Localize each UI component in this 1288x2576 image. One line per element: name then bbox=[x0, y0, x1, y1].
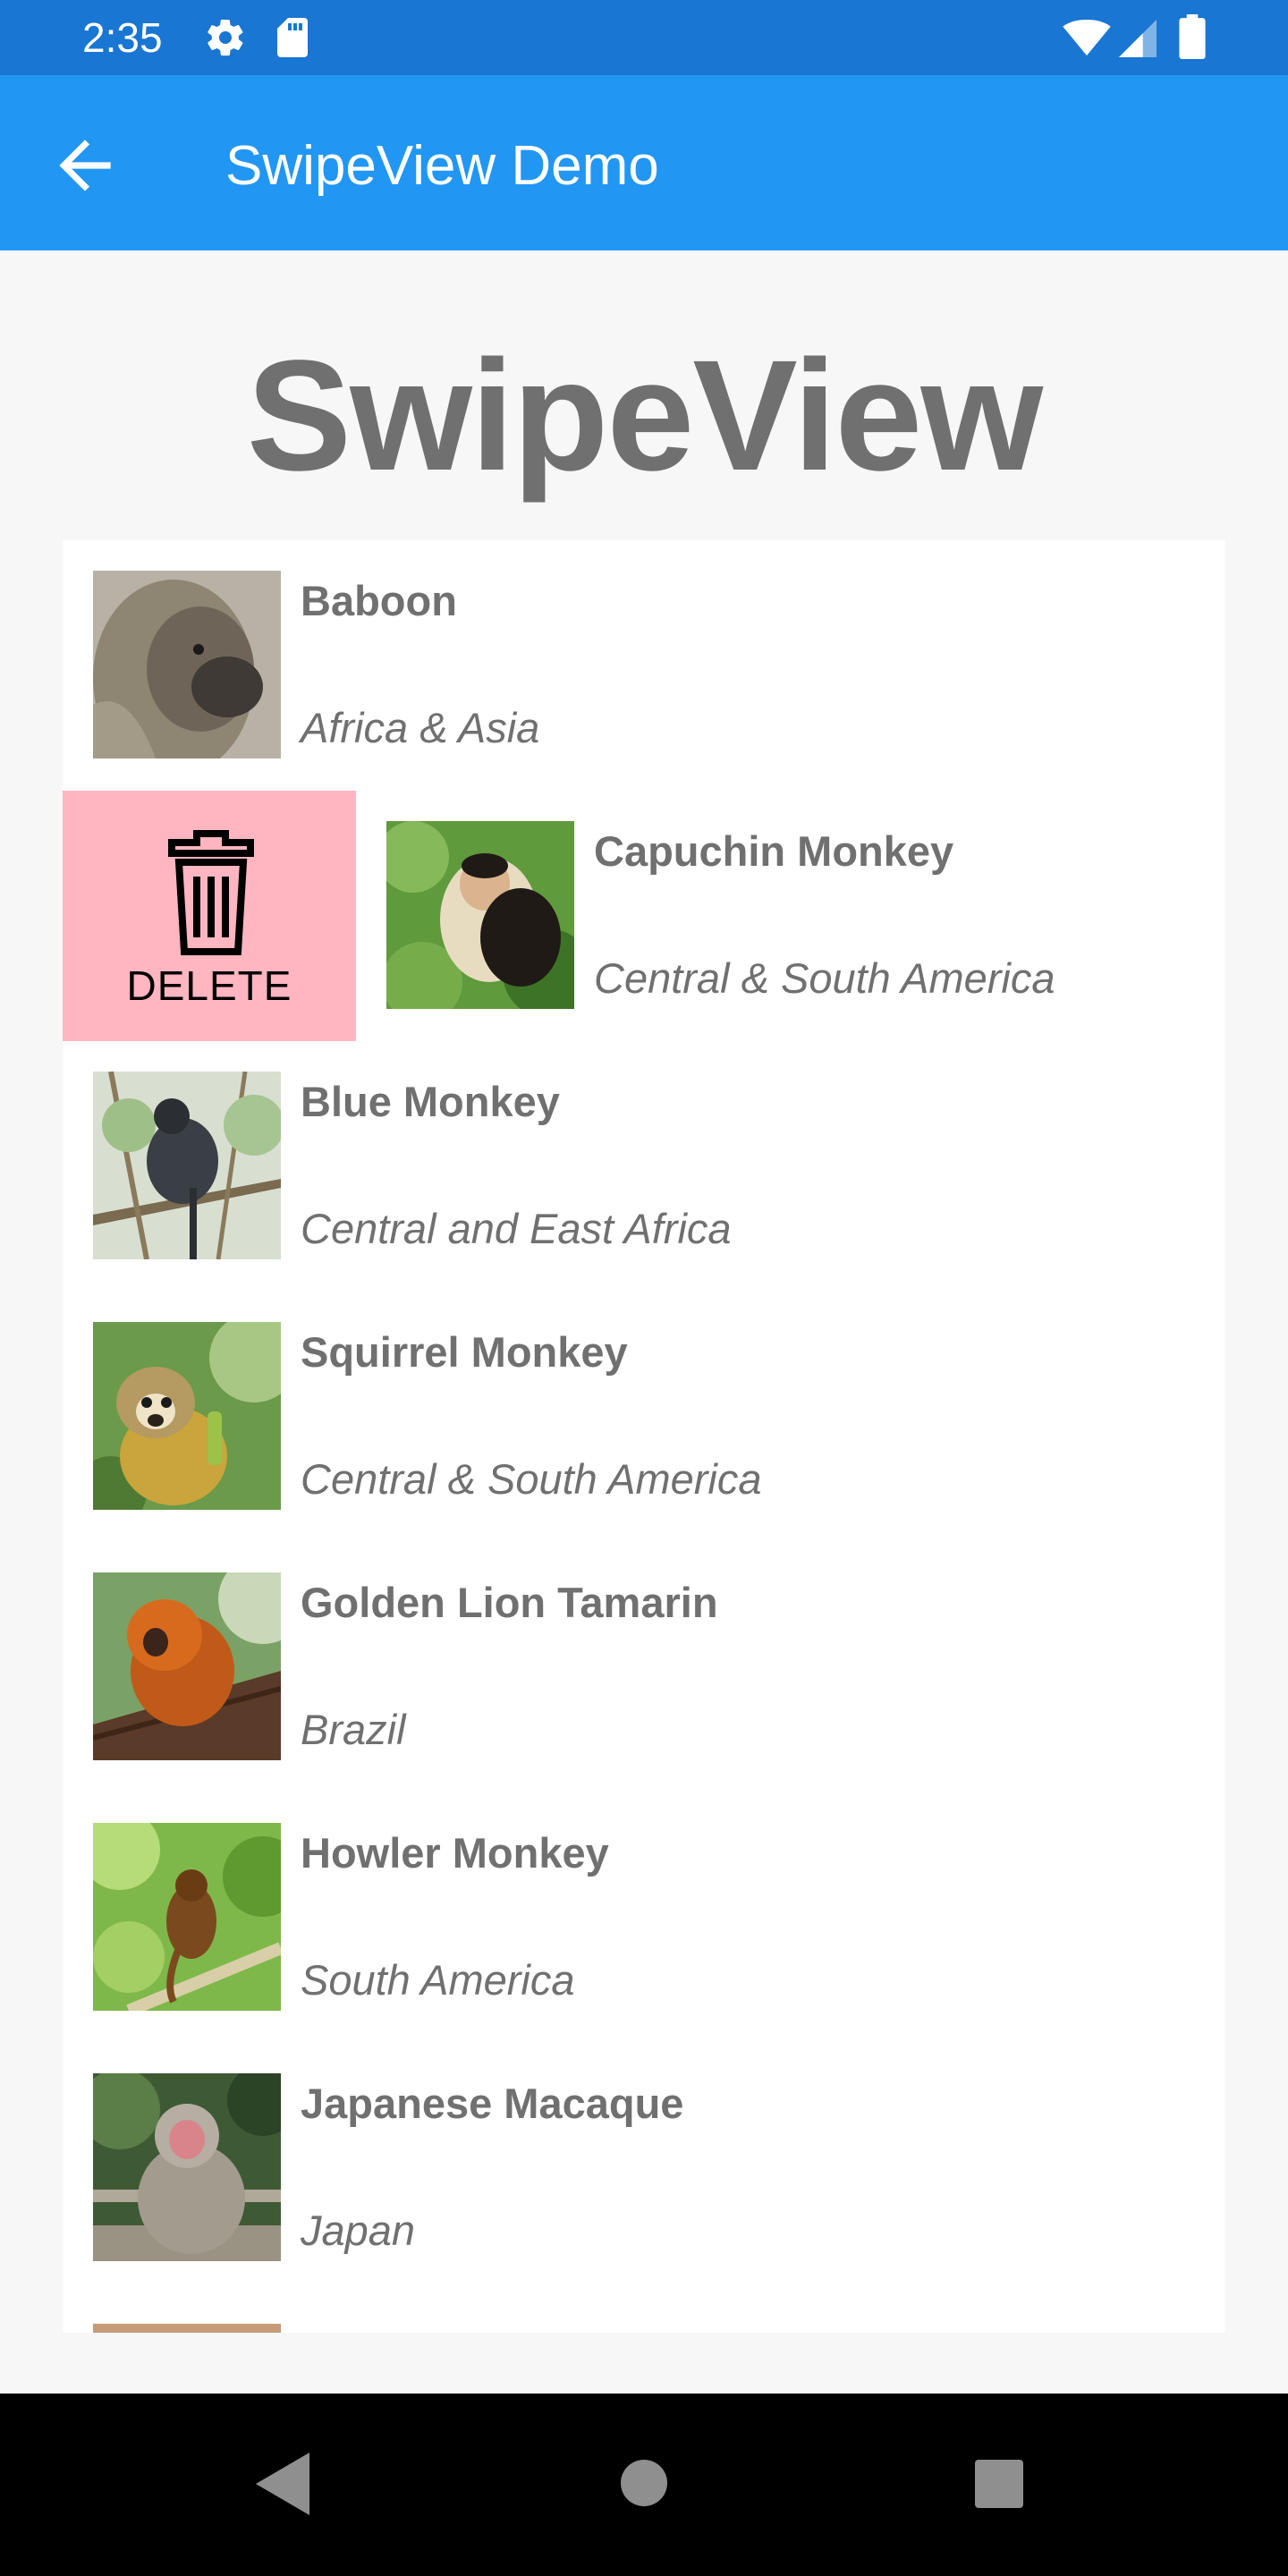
app-title: SwipeView Demo bbox=[225, 135, 659, 197]
item-location: Africa & Asia bbox=[301, 704, 540, 751]
item-name: Japanese Macaque bbox=[301, 2080, 684, 2127]
list-item-capuchin-monkey[interactable]: Capuchin Monkey Central & South America bbox=[356, 791, 1225, 1041]
delete-label: DELETE bbox=[126, 962, 292, 1009]
golden-lion-tamarin-photo bbox=[93, 1572, 281, 1760]
list-item-howler-monkey[interactable]: Howler Monkey South America bbox=[63, 1792, 1225, 2043]
item-name: Capuchin Monkey bbox=[594, 827, 954, 875]
item-location: Central & South America bbox=[301, 1455, 762, 1503]
nav-home-icon[interactable] bbox=[621, 2460, 667, 2506]
trash-icon bbox=[168, 830, 254, 955]
item-name: Howler Monkey bbox=[301, 1829, 609, 1877]
list-item-blue-monkey[interactable]: Blue Monkey Central and East Africa bbox=[63, 1041, 1225, 1292]
capuchin-monkey-photo bbox=[386, 821, 574, 1009]
list-item-next-partial[interactable] bbox=[63, 2293, 1225, 2333]
item-name: Baboon bbox=[301, 577, 457, 624]
howler-monkey-photo bbox=[93, 1823, 281, 2011]
delete-swipe-item[interactable]: DELETE bbox=[63, 791, 356, 1041]
squirrel-monkey-photo bbox=[93, 1322, 281, 1510]
item-location: Central and East Africa bbox=[301, 1205, 732, 1252]
sd-card-icon bbox=[277, 18, 308, 57]
wifi-icon bbox=[1063, 20, 1111, 56]
list-item-baboon[interactable]: Baboon Africa & Asia bbox=[63, 540, 1225, 791]
item-name: Blue Monkey bbox=[301, 1078, 560, 1125]
item-name: Squirrel Monkey bbox=[301, 1328, 628, 1376]
list-item-golden-lion-tamarin[interactable]: Golden Lion Tamarin Brazil bbox=[63, 1542, 1225, 1792]
battery-icon bbox=[1179, 14, 1206, 59]
gear-icon bbox=[208, 19, 243, 56]
nav-recents-icon[interactable] bbox=[975, 2460, 1023, 2508]
status-time: 2:35 bbox=[82, 14, 163, 61]
list-item-squirrel-monkey[interactable]: Squirrel Monkey Central & South America bbox=[63, 1292, 1225, 1542]
navigation-bar bbox=[0, 2394, 1288, 2576]
status-bar: 2:35 bbox=[0, 0, 1288, 75]
item-location: Japan bbox=[301, 2207, 416, 2254]
list-item-japanese-macaque[interactable]: Japanese Macaque Japan bbox=[63, 2043, 1225, 2293]
item-location: Central & South America bbox=[594, 954, 1055, 1002]
next-item-photo bbox=[93, 2324, 281, 2333]
item-name: Golden Lion Tamarin bbox=[301, 1579, 718, 1626]
page-heading: SwipeView bbox=[246, 328, 1043, 504]
app-bar: SwipeView Demo bbox=[0, 75, 1288, 250]
japanese-macaque-photo bbox=[93, 2073, 281, 2261]
nav-back-icon[interactable] bbox=[256, 2453, 309, 2515]
item-location: Brazil bbox=[301, 1706, 406, 1753]
baboon-photo bbox=[93, 571, 281, 758]
item-location: South America bbox=[301, 1956, 575, 2004]
monkey-list[interactable]: Baboon Africa & Asia DELETE Capuchin Mon… bbox=[63, 540, 1225, 2333]
arrow-left-icon[interactable] bbox=[47, 127, 123, 204]
blue-monkey-photo bbox=[93, 1072, 281, 1259]
signal-icon bbox=[1119, 20, 1157, 57]
